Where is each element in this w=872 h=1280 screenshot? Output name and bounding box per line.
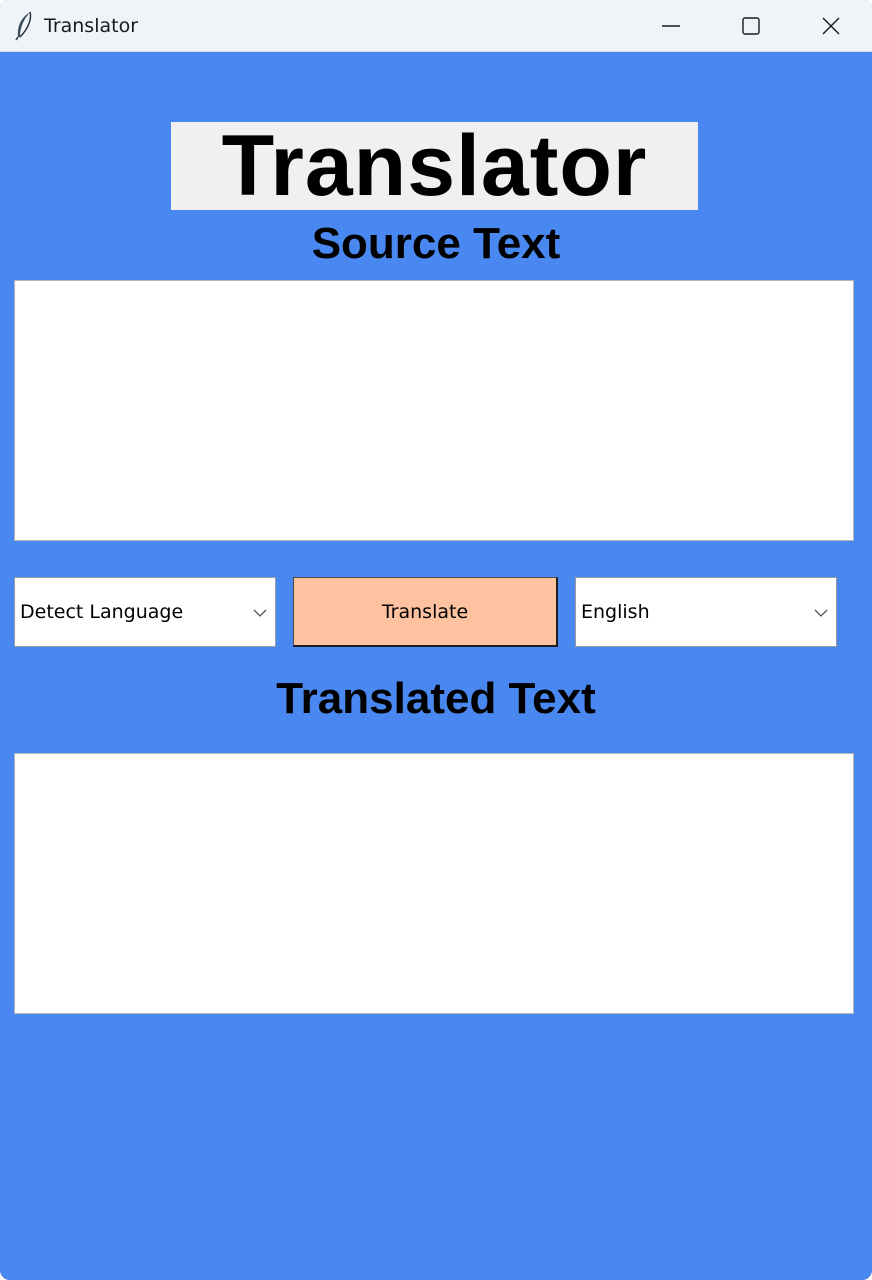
title-bar[interactable]: Translator — [0, 0, 872, 52]
translated-text-label: Translated Text — [276, 674, 596, 723]
minimize-button[interactable] — [631, 0, 711, 51]
close-button[interactable] — [791, 0, 871, 51]
app-body: Translator Source Text Detect Language T… — [0, 52, 872, 1280]
target-language-value: English — [581, 601, 650, 623]
translator-window: Translator Translator Source Text Detect… — [0, 0, 872, 1280]
window-title: Translator — [44, 15, 139, 37]
chevron-down-icon — [812, 604, 830, 622]
maximize-button[interactable] — [711, 0, 791, 51]
source-language-value: Detect Language — [20, 601, 184, 623]
minimize-icon — [662, 24, 680, 27]
target-language-select[interactable]: English — [575, 577, 837, 647]
translate-button[interactable]: Translate — [293, 577, 558, 647]
app-heading: Translator — [171, 122, 698, 210]
translated-text-output[interactable] — [14, 753, 854, 1014]
close-icon — [822, 17, 840, 34]
maximize-icon — [742, 16, 760, 35]
feather-icon — [14, 11, 34, 41]
source-text-input[interactable] — [14, 280, 854, 541]
source-text-label: Source Text — [311, 219, 561, 268]
source-language-select[interactable]: Detect Language — [14, 577, 276, 647]
chevron-down-icon — [251, 604, 269, 622]
